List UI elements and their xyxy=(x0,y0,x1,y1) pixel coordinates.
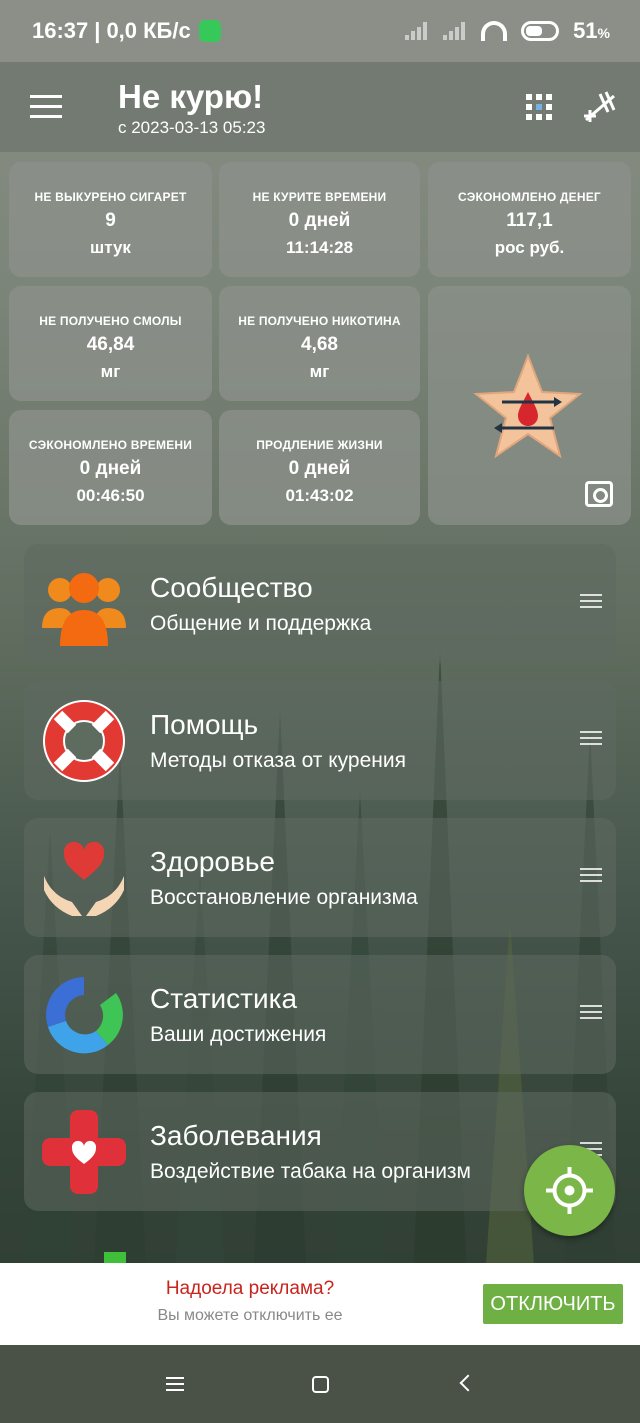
status-bar: 16:37 | 0,0 КБ/с 51% xyxy=(0,0,640,62)
menu-subtitle: Ваши достижения xyxy=(150,1023,327,1046)
signal-icon xyxy=(443,22,467,40)
status-separator: | xyxy=(94,18,101,43)
achievement-tile[interactable] xyxy=(428,286,631,525)
drag-handle-icon[interactable] xyxy=(580,868,602,886)
wifi-icon xyxy=(481,21,508,41)
stat-label: НЕ ПОЛУЧЕНО НИКОТИНА xyxy=(238,314,401,328)
home-icon[interactable] xyxy=(312,1376,329,1393)
stat-value: 117,1 xyxy=(506,210,553,231)
menu-title: Заболевания xyxy=(150,1120,322,1151)
menu-subtitle: Методы отказа от курения xyxy=(150,749,406,772)
stat-value: 46,84 xyxy=(86,334,135,355)
stats-ring-icon xyxy=(46,977,123,1054)
stat-tile-time-saved[interactable]: СЭКОНОМЛЕНО ВРЕМЕНИ 0 дней 00:46:50 xyxy=(9,410,212,525)
stat-tile-tar[interactable]: НЕ ПОЛУЧЕНО СМОЛЫ 46,84 мг xyxy=(9,286,212,401)
recent-apps-icon[interactable] xyxy=(166,1377,184,1391)
apps-grid-icon[interactable] xyxy=(526,94,552,120)
drag-handle-icon[interactable] xyxy=(580,594,602,612)
stat-value: 0 дней xyxy=(288,458,351,479)
stat-tile-cigarettes[interactable]: НЕ ВЫКУРЕНО СИГАРЕТ 9 штук xyxy=(9,162,212,277)
menu-title: Помощь xyxy=(150,709,259,740)
menu-item-community[interactable]: Сообщество Общение и поддержка xyxy=(24,544,616,663)
stat-unit: рос руб. xyxy=(494,238,565,257)
menu-item-health[interactable]: Здоровье Восстановление организма xyxy=(24,818,616,937)
ad-subtitle: Вы можете отключить ее xyxy=(157,1307,343,1324)
menu-subtitle: Общение и поддержка xyxy=(150,612,372,635)
menu-title: Сообщество xyxy=(150,572,313,603)
whatsapp-icon xyxy=(198,20,221,42)
stat-tile-money-saved[interactable]: СЭКОНОМЛЕНО ДЕНЕГ 117,1 рос руб. xyxy=(428,162,631,277)
stat-label: СЭКОНОМЛЕНО ВРЕМЕНИ xyxy=(28,438,193,452)
heart-hands-icon xyxy=(44,841,124,916)
achievement-star-icon xyxy=(473,353,583,459)
stat-value: 0 дней xyxy=(288,210,351,231)
stat-tile-life-extension[interactable]: ПРОДЛЕНИЕ ЖИЗНИ 0 дней 01:43:02 xyxy=(219,410,420,525)
stat-label: НЕ ПОЛУЧЕНО СМОЛЫ xyxy=(39,314,182,328)
status-time-group: 16:37 | 0,0 КБ/с xyxy=(32,18,221,44)
menu-title: Здоровье xyxy=(150,846,276,877)
menu-title: Статистика xyxy=(150,983,298,1014)
disable-ads-button[interactable]: ОТКЛЮЧИТЬ xyxy=(483,1284,623,1324)
status-icons: 51% xyxy=(405,18,610,44)
community-icon xyxy=(42,573,126,646)
ad-title: Надоела реклама? xyxy=(165,1278,335,1299)
battery-level: 51% xyxy=(573,18,610,43)
system-nav-bar xyxy=(0,1345,640,1423)
menu-subtitle: Воздействие табака на организм xyxy=(150,1160,471,1183)
stat-unit: 01:43:02 xyxy=(285,486,354,505)
back-icon[interactable] xyxy=(459,1374,477,1392)
stat-label: ПРОДЛЕНИЕ ЖИЗНИ xyxy=(256,438,383,452)
app-bar: Не курю! с 2023-03-13 05:23 xyxy=(0,62,640,152)
quit-date: с 2023-03-13 05:23 xyxy=(118,118,266,137)
network-speed: 0,0 КБ/с xyxy=(106,18,191,43)
stat-label: СЭКОНОМЛЕНО ДЕНЕГ xyxy=(458,190,601,204)
lifebuoy-icon xyxy=(43,700,125,782)
stat-unit: 00:46:50 xyxy=(76,486,145,505)
medical-cross-icon xyxy=(42,1110,126,1194)
stat-label: НЕ ВЫКУРЕНО СИГАРЕТ xyxy=(34,190,187,204)
stat-label: НЕ КУРИТЕ ВРЕМЕНИ xyxy=(252,190,387,204)
target-fab-button[interactable] xyxy=(524,1145,615,1236)
stat-unit: мг xyxy=(100,362,121,381)
drag-handle-icon[interactable] xyxy=(580,731,602,749)
menu-subtitle: Восстановление организма xyxy=(150,886,418,909)
menu-icon[interactable] xyxy=(30,95,62,119)
stat-value: 0 дней xyxy=(79,458,142,479)
crosshair-icon xyxy=(546,1167,593,1214)
stat-unit: мг xyxy=(309,362,330,381)
stat-tile-time-not-smoking[interactable]: НЕ КУРИТЕ ВРЕМЕНИ 0 дней 11:14:28 xyxy=(219,162,420,277)
drag-handle-icon[interactable] xyxy=(580,1005,602,1023)
menu-item-help[interactable]: Помощь Методы отказа от курения xyxy=(24,681,616,800)
menu-item-statistics[interactable]: Статистика Ваши достижения xyxy=(24,955,616,1074)
status-time: 16:37 xyxy=(32,18,89,43)
title-block: Не курю! с 2023-03-13 05:23 xyxy=(118,78,265,138)
battery-icon xyxy=(521,21,560,41)
stat-unit: 11:14:28 xyxy=(285,238,354,257)
stat-value: 4,68 xyxy=(301,334,338,355)
app-title: Не курю! xyxy=(118,78,264,115)
no-smoking-icon[interactable] xyxy=(582,90,618,124)
signal-icon xyxy=(405,22,429,40)
stat-value: 9 xyxy=(105,210,116,231)
stat-tile-nicotine[interactable]: НЕ ПОЛУЧЕНО НИКОТИНА 4,68 мг xyxy=(219,286,420,401)
stat-unit: штук xyxy=(90,238,131,257)
camera-icon[interactable] xyxy=(585,481,613,507)
ad-banner: Надоела реклама? Вы можете отключить ее … xyxy=(0,1263,640,1345)
